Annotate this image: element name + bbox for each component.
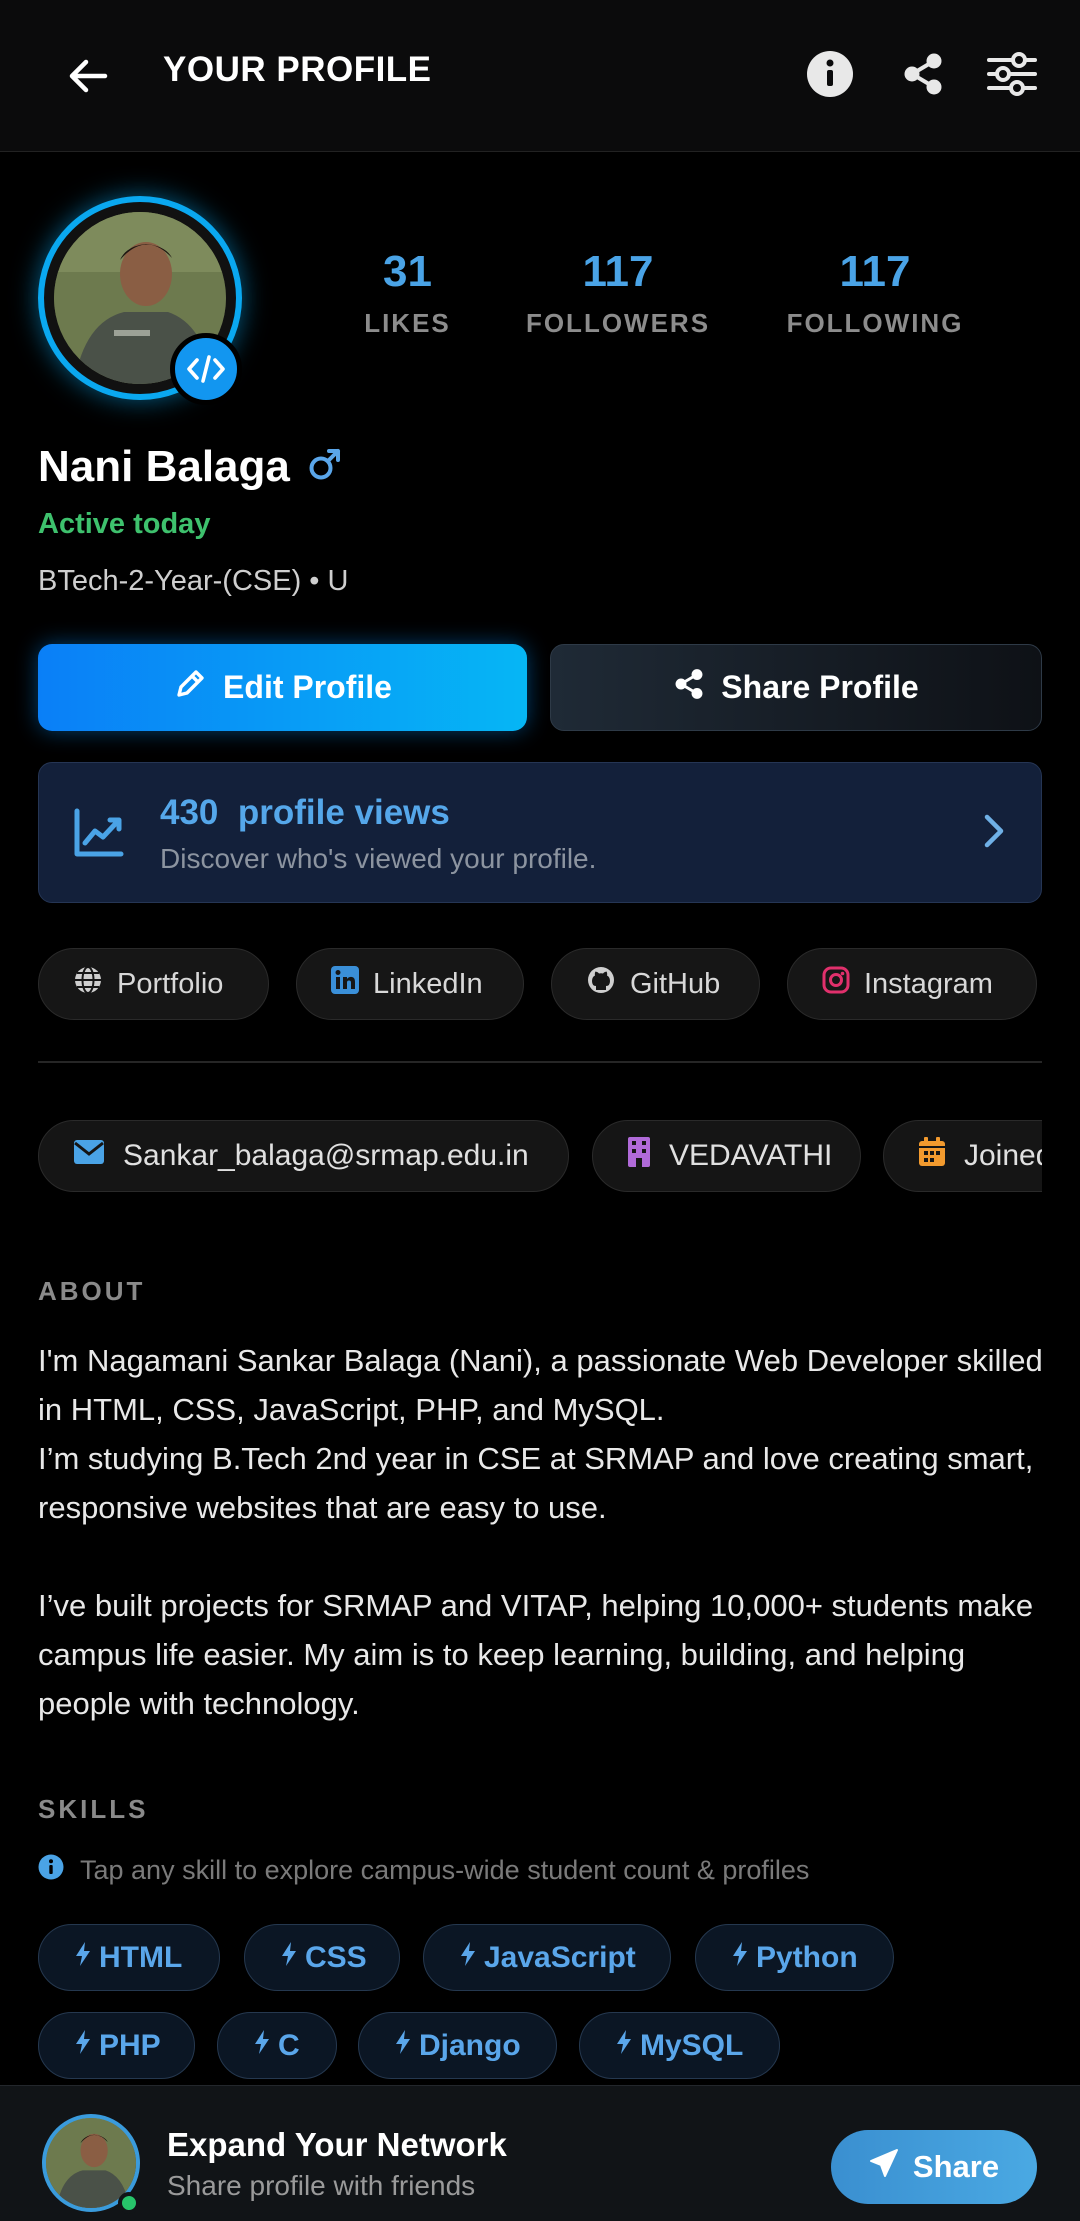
skill-chip-javascript[interactable]: JavaScript bbox=[423, 1924, 671, 1991]
edit-profile-button[interactable]: Edit Profile bbox=[38, 644, 527, 731]
building-icon bbox=[627, 1136, 651, 1176]
skill-label: MySQL bbox=[640, 2028, 744, 2062]
section-divider bbox=[38, 1061, 1042, 1063]
bolt-icon bbox=[393, 2028, 413, 2064]
skill-chip-c[interactable]: C bbox=[217, 2012, 337, 2079]
skill-label: C bbox=[278, 2028, 300, 2062]
bolt-icon bbox=[279, 1940, 299, 1976]
pencil-icon bbox=[173, 667, 207, 709]
linkedin-icon bbox=[331, 966, 359, 1002]
about-paragraph: I’m studying B.Tech 2nd year in CSE at S… bbox=[38, 1441, 1034, 1525]
stat-value: 31 bbox=[383, 247, 432, 296]
skill-label: PHP bbox=[99, 2028, 161, 2062]
expand-network-subtitle: Share profile with friends bbox=[167, 2170, 476, 2201]
skill-chip-html[interactable]: HTML bbox=[38, 1924, 220, 1991]
github-icon bbox=[586, 965, 616, 1003]
bolt-icon bbox=[614, 2028, 634, 2064]
skill-label: Python bbox=[756, 1940, 858, 1974]
paper-plane-icon bbox=[869, 2148, 899, 2186]
bolt-icon bbox=[73, 2028, 93, 2064]
skill-chip-python[interactable]: Python bbox=[695, 1924, 894, 1991]
stat-label: LIKES bbox=[364, 308, 451, 338]
link-label: GitHub bbox=[630, 967, 721, 1000]
about-paragraph: I'm Nagamani Sankar Balaga (Nani), a pas… bbox=[38, 1343, 1043, 1427]
joined-text: Joined bbox=[964, 1139, 1042, 1172]
skill-label: JavaScript bbox=[484, 1940, 636, 1974]
share-profile-label: Share Profile bbox=[721, 669, 919, 705]
link-label: LinkedIn bbox=[373, 967, 483, 1000]
profile-views-subtitle: Discover who's viewed your profile. bbox=[160, 843, 597, 874]
share-icon[interactable] bbox=[891, 42, 955, 106]
stat-likes[interactable]: 31 LIKES bbox=[350, 250, 465, 339]
edit-profile-label: Edit Profile bbox=[223, 669, 392, 705]
email-chip[interactable]: Sankar_balaga@srmap.edu.in bbox=[38, 1120, 569, 1192]
instagram-icon bbox=[822, 966, 850, 1002]
link-portfolio[interactable]: Portfolio bbox=[38, 948, 269, 1020]
hostel-text: VEDAVATHI bbox=[669, 1139, 833, 1172]
info-icon bbox=[38, 1854, 64, 1887]
male-icon bbox=[308, 442, 342, 492]
online-indicator bbox=[118, 2192, 140, 2214]
expand-network-title: Expand Your Network bbox=[167, 2126, 507, 2163]
profile-views-title: 430 profile views bbox=[160, 793, 450, 832]
bolt-icon bbox=[73, 1940, 93, 1976]
skill-chip-css[interactable]: CSS bbox=[244, 1924, 400, 1991]
skill-chip-django[interactable]: Django bbox=[358, 2012, 557, 2079]
about-text: I'm Nagamani Sankar Balaga (Nani), a pas… bbox=[38, 1336, 1048, 1728]
skill-label: Django bbox=[419, 2028, 521, 2062]
activity-status: Active today bbox=[38, 508, 211, 540]
bolt-icon bbox=[730, 1940, 750, 1976]
profile-meta: BTech-2-Year-(CSE) • U bbox=[38, 565, 349, 597]
share-icon bbox=[673, 668, 705, 708]
chevron-right-icon bbox=[983, 813, 1005, 854]
calendar-icon bbox=[918, 1137, 946, 1175]
info-icon[interactable] bbox=[798, 42, 862, 106]
about-heading: ABOUT bbox=[38, 1276, 146, 1306]
link-label: Portfolio bbox=[117, 967, 224, 1000]
mail-icon bbox=[73, 1139, 105, 1173]
share-button-label: Share bbox=[912, 2149, 1000, 2184]
skill-chip-mysql[interactable]: MySQL bbox=[579, 2012, 780, 2079]
stat-label: FOLLOWERS bbox=[525, 308, 711, 338]
joined-chip[interactable]: Joined bbox=[883, 1120, 1042, 1192]
skills-hint-text: Tap any skill to explore campus-wide stu… bbox=[80, 1855, 810, 1885]
share-button[interactable]: Share bbox=[831, 2130, 1037, 2204]
stat-value: 117 bbox=[839, 247, 911, 296]
stat-following[interactable]: 117 FOLLOWING bbox=[775, 250, 975, 339]
back-arrow-icon[interactable] bbox=[60, 48, 116, 104]
link-label: Instagram bbox=[864, 967, 993, 1000]
globe-icon bbox=[73, 965, 103, 1003]
app-header: YOUR PROFILE bbox=[0, 0, 1080, 152]
email-text: Sankar_balaga@srmap.edu.in bbox=[123, 1139, 529, 1172]
profile-name: Nani Balaga bbox=[38, 442, 290, 491]
stat-value: 117 bbox=[582, 247, 654, 296]
link-instagram[interactable]: Instagram bbox=[787, 948, 1037, 1020]
link-github[interactable]: GitHub bbox=[551, 948, 760, 1020]
skill-label: HTML bbox=[99, 1940, 183, 1974]
stat-followers[interactable]: 117 FOLLOWERS bbox=[520, 250, 716, 339]
page-title: YOUR PROFILE bbox=[163, 50, 432, 89]
skill-chip-php[interactable]: PHP bbox=[38, 2012, 195, 2079]
share-profile-button[interactable]: Share Profile bbox=[550, 644, 1042, 731]
about-paragraph: I’ve built projects for SRMAP and VITAP,… bbox=[38, 1588, 1034, 1721]
expand-network-bar: Expand Your Network Share profile with f… bbox=[0, 2085, 1080, 2221]
skills-hint: Tap any skill to explore campus-wide stu… bbox=[38, 1854, 809, 1887]
profile-views-card[interactable]: 430 profile views Discover who's viewed … bbox=[38, 762, 1042, 903]
stat-label: FOLLOWING bbox=[786, 308, 964, 338]
skills-heading: SKILLS bbox=[38, 1794, 149, 1824]
hostel-chip[interactable]: VEDAVATHI bbox=[592, 1120, 861, 1192]
settings-sliders-icon[interactable] bbox=[980, 42, 1044, 106]
developer-code-icon bbox=[170, 333, 242, 405]
trending-chart-icon bbox=[73, 807, 125, 864]
bolt-icon bbox=[252, 2028, 272, 2064]
profile-name-row: Nani Balaga bbox=[38, 442, 342, 492]
bolt-icon bbox=[458, 1940, 478, 1976]
skill-label: CSS bbox=[305, 1940, 367, 1974]
link-linkedin[interactable]: LinkedIn bbox=[296, 948, 524, 1020]
info-chips-row[interactable]: Sankar_balaga@srmap.edu.in VEDAVATHI Joi… bbox=[38, 1120, 1042, 1194]
